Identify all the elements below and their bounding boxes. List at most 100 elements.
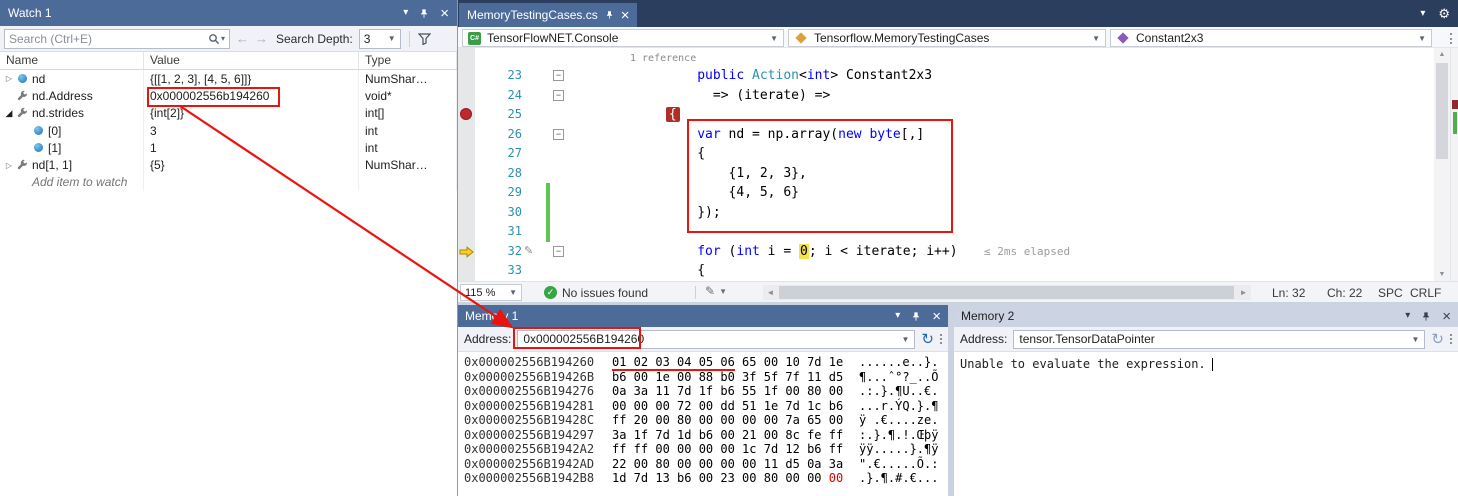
- fold-collapse-icon[interactable]: −: [553, 246, 564, 257]
- toolbar-overflow-icon[interactable]: [940, 332, 942, 345]
- watch-row[interactable]: ▷nd{[[1, 2, 3], [4, 5, 6]]}NumShar…: [0, 70, 457, 87]
- memory-row[interactable]: 0x000002556B1942A2ff ff 00 00 00 00 1c 7…: [464, 442, 942, 457]
- watch-title-bar[interactable]: Watch 1 ▾ ×: [0, 0, 457, 26]
- breakpoint-margin[interactable]: [458, 105, 475, 125]
- zoom-select[interactable]: 115 % ▼: [460, 284, 522, 301]
- column-header-type[interactable]: Type: [359, 52, 457, 69]
- pin-icon[interactable]: [605, 10, 614, 20]
- address-input[interactable]: tensor.TensorDataPointer ▼: [1013, 330, 1425, 349]
- code-text: public Action<int> Constant2x3: [572, 66, 1434, 86]
- watch-add-row[interactable]: Add item to watch: [0, 174, 457, 191]
- memory-row[interactable]: 0x000002556B1942973a 1f 7d 1d b6 00 21 0…: [464, 428, 942, 443]
- scroll-left-icon[interactable]: ◄: [763, 285, 778, 300]
- breakpoint-icon[interactable]: [460, 108, 472, 120]
- close-icon[interactable]: ×: [621, 8, 630, 23]
- expander-collapsed-icon[interactable]: ▷: [3, 161, 15, 170]
- navbar-overflow-icon[interactable]: [1450, 32, 1452, 45]
- window-position-chevron-icon[interactable]: ▾: [895, 311, 900, 321]
- breakpoint-margin[interactable]: [458, 144, 475, 164]
- vertical-scrollbar[interactable]: ▲ ▼: [1434, 48, 1450, 281]
- code-line[interactable]: 26− var nd = np.array(new byte[,]: [458, 125, 1434, 145]
- memory-row[interactable]: 0x000002556B19428Cff 20 00 80 00 00 00 0…: [464, 413, 942, 428]
- memory-row[interactable]: 0x000002556B19428100 00 00 72 00 dd 51 1…: [464, 399, 942, 414]
- expander-collapsed-icon[interactable]: ▷: [3, 74, 15, 83]
- window-position-chevron-icon[interactable]: ▾: [403, 8, 408, 18]
- code-line[interactable]: 32✎− for (int i = 0; i < iterate; i++) ≤…: [458, 242, 1434, 262]
- scroll-up-icon[interactable]: ▲: [1434, 48, 1450, 61]
- expander-expanded-icon[interactable]: ◢: [3, 108, 15, 119]
- breakpoint-margin[interactable]: [458, 242, 475, 262]
- watch-row[interactable]: ▷nd[1, 1]{5}NumShar…: [0, 156, 457, 173]
- breakpoint-margin[interactable]: [458, 222, 475, 242]
- tab-memorytestingcases[interactable]: MemoryTestingCases.cs ×: [459, 3, 637, 27]
- code-line[interactable]: 28 {1, 2, 3},: [458, 164, 1434, 184]
- memory-row[interactable]: 0x000002556B1942760a 3a 11 7d 1f b6 55 1…: [464, 384, 942, 399]
- window-position-chevron-icon[interactable]: ▾: [1405, 311, 1410, 321]
- memory2-title-bar[interactable]: Memory 2 ▾ ×: [954, 305, 1458, 327]
- memory-row[interactable]: 0x000002556B19426Bb6 00 1e 00 88 b0 3f 5…: [464, 370, 942, 385]
- breakpoint-margin[interactable]: [458, 86, 475, 106]
- watch-row[interactable]: [1]1int: [0, 139, 457, 156]
- watch-row[interactable]: [0]3int: [0, 122, 457, 139]
- code-line[interactable]: 33 {: [458, 261, 1434, 281]
- codelens-label[interactable]: 1 reference: [630, 53, 696, 64]
- pin-icon[interactable]: [419, 8, 429, 19]
- search-prev-icon[interactable]: ←: [236, 32, 249, 45]
- toolbar-overflow-icon[interactable]: [1450, 332, 1452, 345]
- fold-collapse-icon[interactable]: −: [553, 90, 564, 101]
- code-line[interactable]: 30 });: [458, 203, 1434, 223]
- close-icon[interactable]: ×: [932, 309, 941, 324]
- issues-indicator[interactable]: ✓ No issues found: [544, 284, 648, 301]
- breakpoint-margin[interactable]: [458, 203, 475, 223]
- breakpoint-margin[interactable]: [458, 125, 475, 145]
- fold-collapse-icon[interactable]: −: [553, 70, 564, 81]
- refresh-icon[interactable]: ↻: [921, 332, 934, 347]
- close-icon[interactable]: ×: [440, 6, 449, 21]
- filter-icon[interactable]: [418, 33, 431, 45]
- code-cleanup-icon[interactable]: ✎▼: [705, 284, 727, 298]
- memory-row[interactable]: 0x000002556B1942AD22 00 80 00 00 00 00 1…: [464, 457, 942, 472]
- tab-list-chevron-icon[interactable]: ▾: [1420, 7, 1425, 20]
- horizontal-scrollbar[interactable]: ◄ ►: [763, 285, 1251, 300]
- codelens-text: 1 reference: [572, 50, 1434, 66]
- memory-hex-dump[interactable]: 0x000002556B19426001 02 03 04 05 06 65 0…: [458, 352, 948, 496]
- scroll-down-icon[interactable]: ▼: [1434, 268, 1450, 281]
- close-icon[interactable]: ×: [1442, 309, 1451, 324]
- refresh-icon[interactable]: ↻: [1431, 332, 1444, 347]
- code-line[interactable]: 29 {4, 5, 6}: [458, 183, 1434, 203]
- class-dropdown[interactable]: Tensorflow.MemoryTestingCases ▼: [788, 29, 1106, 47]
- address-input[interactable]: 0x000002556B194260 ▼: [517, 330, 915, 349]
- scrollbar-thumb[interactable]: [779, 286, 1234, 299]
- settings-gear-icon[interactable]: ⚙: [1438, 7, 1450, 20]
- code-line[interactable]: 25 {: [458, 105, 1434, 125]
- code-editor[interactable]: 1 reference 23− public Action<int> Consta…: [458, 48, 1434, 281]
- search-input[interactable]: Search (Ctrl+E) ▾: [4, 29, 230, 49]
- scrollbar-thumb[interactable]: [1436, 63, 1448, 159]
- breakpoint-margin[interactable]: [458, 261, 475, 281]
- scroll-right-icon[interactable]: ►: [1236, 285, 1251, 300]
- breakpoint-margin[interactable]: [458, 66, 475, 86]
- member-dropdown[interactable]: Constant2x3 ▼: [1110, 29, 1432, 47]
- fold-collapse-icon[interactable]: −: [553, 129, 564, 140]
- code-line[interactable]: 27 {: [458, 144, 1434, 164]
- code-token: [,]: [901, 127, 924, 142]
- breakpoint-margin[interactable]: [458, 164, 475, 184]
- code-line[interactable]: 23− public Action<int> Constant2x3: [458, 66, 1434, 86]
- pin-icon[interactable]: [1421, 311, 1431, 322]
- memory-row[interactable]: 0x000002556B19426001 02 03 04 05 06 65 0…: [464, 355, 942, 370]
- pin-icon[interactable]: [911, 311, 921, 322]
- search-icon[interactable]: ▾: [208, 33, 225, 45]
- project-dropdown[interactable]: C# TensorFlowNET.Console ▼: [462, 29, 784, 47]
- column-header-value[interactable]: Value: [144, 52, 359, 69]
- search-next-icon[interactable]: →: [255, 32, 268, 45]
- search-depth-select[interactable]: 3 ▼: [359, 29, 401, 49]
- memory1-title-bar[interactable]: Memory 1 ▾ ×: [458, 305, 948, 327]
- watch-row[interactable]: ◢nd.strides{int[2]}int[]: [0, 105, 457, 122]
- code-line[interactable]: 31: [458, 222, 1434, 242]
- watch-row[interactable]: nd.Address0x000002556b194260void*: [0, 87, 457, 104]
- memory-row[interactable]: 0x000002556B1942B81d 7d 13 b6 00 23 00 8…: [464, 471, 942, 486]
- overview-breakpoint-mark: [1452, 100, 1458, 109]
- code-line[interactable]: 24− => (iterate) =>: [458, 86, 1434, 106]
- column-header-name[interactable]: Name: [0, 52, 144, 69]
- breakpoint-margin[interactable]: [458, 183, 475, 203]
